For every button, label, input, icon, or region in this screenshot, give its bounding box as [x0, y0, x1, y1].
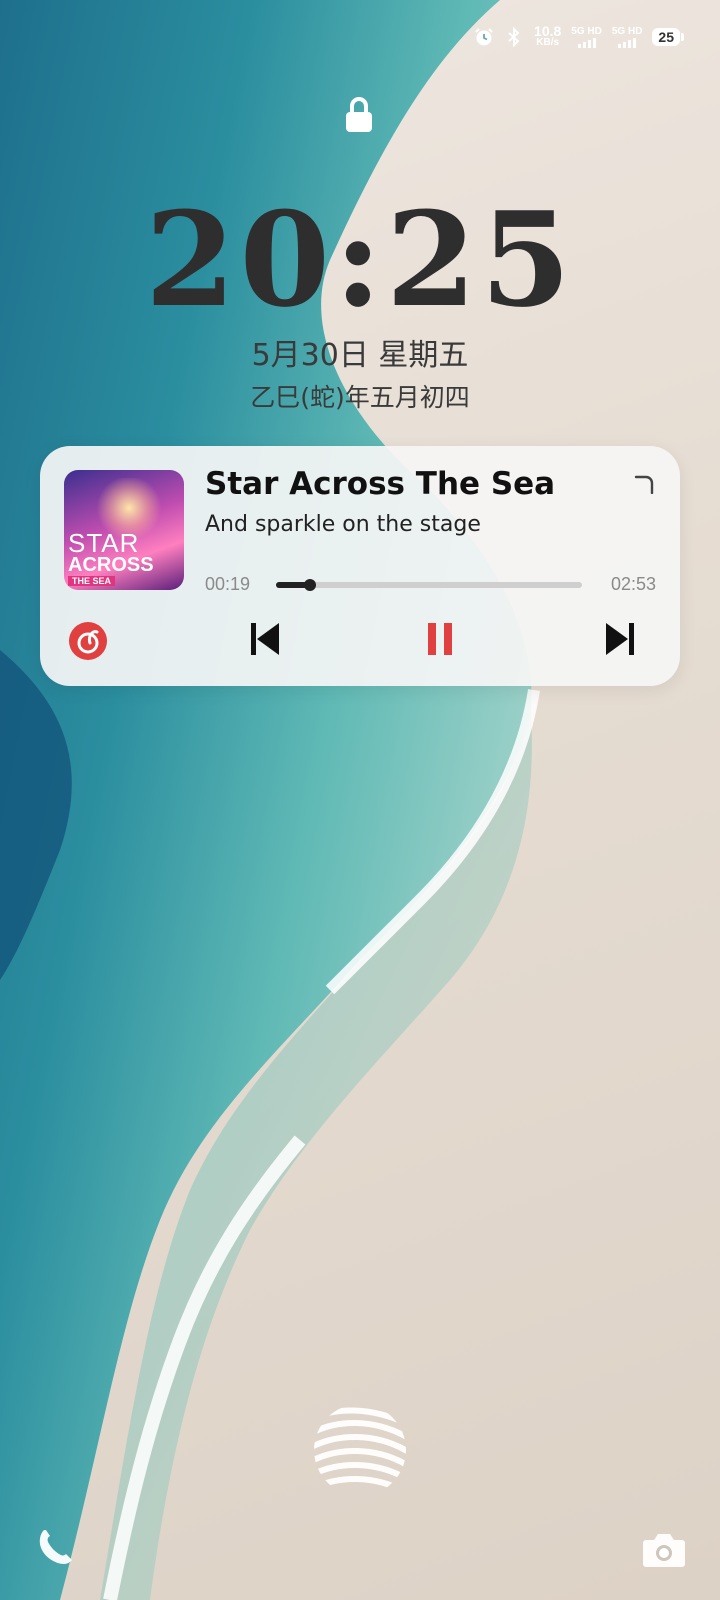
netease-music-icon[interactable]: [68, 621, 108, 661]
battery-indicator: 25: [652, 28, 684, 46]
album-art[interactable]: STAR ACROSS THE SEA: [64, 470, 184, 590]
lunar-date-label: 乙巳(蛇)年五月初四: [250, 383, 470, 412]
sim1-signal: 5G HD: [571, 26, 602, 48]
network-speed: 10.8 KB/s: [534, 23, 562, 49]
status-bar: 10.8 KB/s 5G HD 5G HD 25: [474, 22, 684, 52]
progress-bar[interactable]: [276, 579, 582, 591]
previous-icon: [249, 621, 281, 661]
sim2-label: 5G HD: [611, 26, 643, 37]
bluetooth-icon: [504, 27, 524, 47]
expand-icon[interactable]: [634, 474, 654, 495]
previous-button[interactable]: [245, 621, 285, 661]
song-lyric: And sparkle on the stage: [205, 512, 481, 537]
lock-icon: [344, 96, 374, 134]
pause-icon: [426, 621, 454, 661]
album-art-text-3: THE SEA: [68, 576, 116, 586]
phone-icon[interactable]: [34, 1526, 76, 1568]
sim1-bars-icon: [577, 38, 596, 48]
sim2-signal: 5G HD: [611, 26, 643, 48]
album-art-text-2: ACROSS: [68, 554, 154, 576]
elapsed-time: 00:19: [205, 574, 251, 594]
progress-thumb[interactable]: [303, 579, 316, 591]
date-label: 5月30日 星期五: [251, 338, 469, 373]
fingerprint-icon[interactable]: [312, 1402, 408, 1498]
network-speed-unit: KB/s: [536, 37, 560, 48]
song-title: Star Across The Sea: [205, 466, 556, 502]
pause-button[interactable]: [420, 621, 460, 661]
sim1-label: 5G HD: [571, 26, 602, 37]
clock-time: 20:25: [145, 183, 575, 336]
sim2-bars-icon: [618, 38, 637, 48]
next-button[interactable]: [600, 621, 640, 661]
next-icon: [604, 621, 636, 661]
total-duration: 02:53: [610, 574, 656, 594]
network-speed-value: 10.8: [534, 23, 562, 39]
media-player-card[interactable]: STAR ACROSS THE SEA Star Across The Sea …: [40, 446, 680, 686]
alarm-icon: [474, 27, 494, 47]
camera-icon[interactable]: [642, 1530, 686, 1568]
